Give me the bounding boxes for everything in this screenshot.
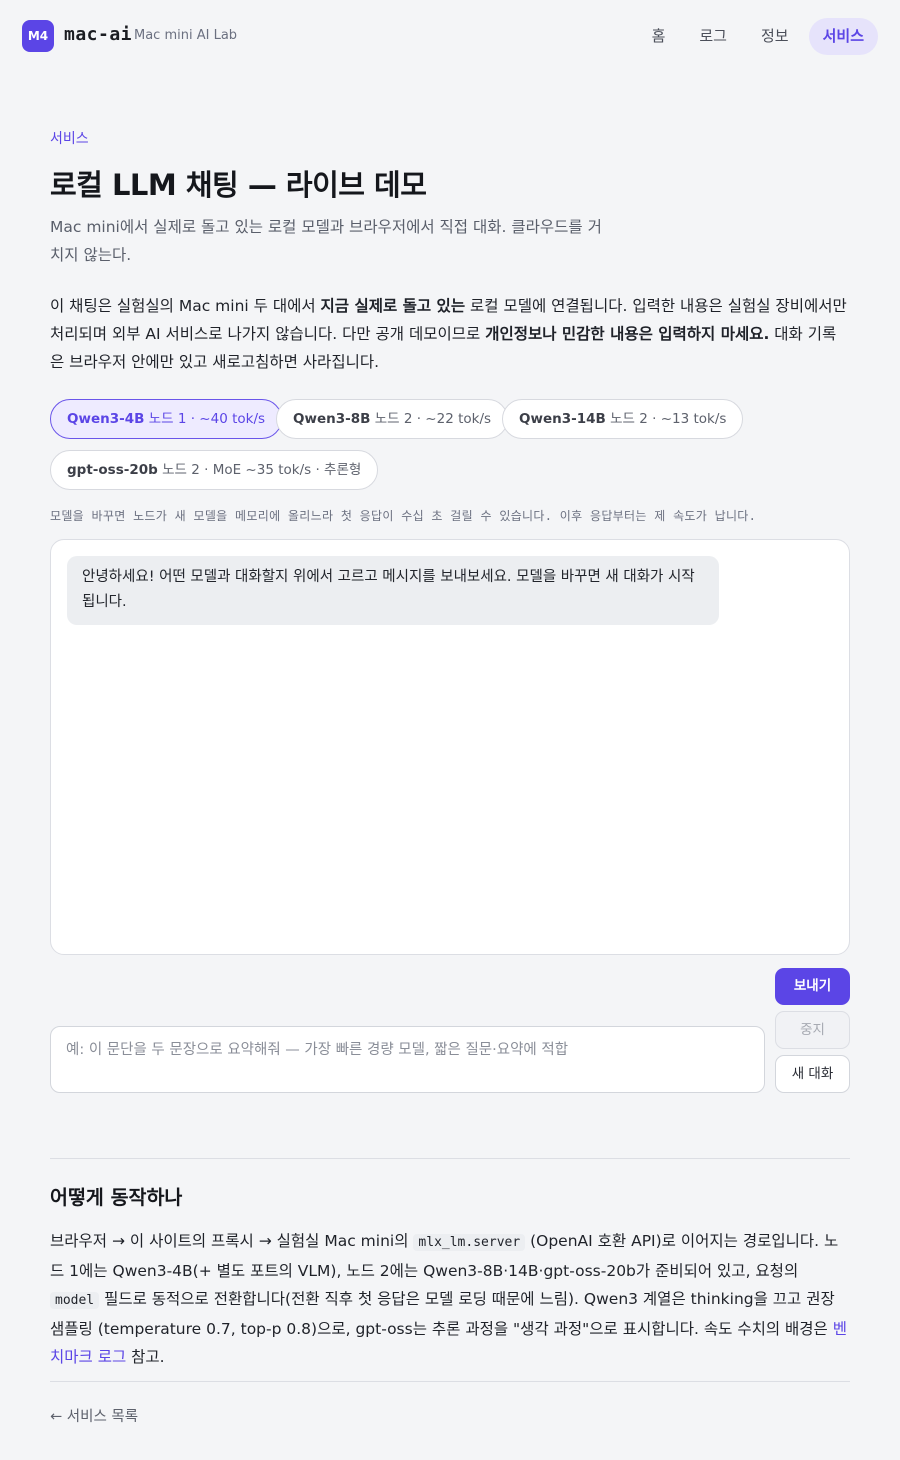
nav-services[interactable]: 서비스	[808, 18, 878, 55]
model-detail: 노드 2 · MoE ~35 tok/s · 추론형	[162, 462, 362, 478]
model-chip-qwen3-4b[interactable]: Qwen3-4B 노드 1 · ~40 tok/s	[50, 399, 283, 439]
model-name: gpt-oss-20b	[67, 462, 158, 478]
intro-text-1: 이 채팅은 실험실의 Mac mini 두 대에서	[50, 297, 321, 315]
how-it-works-title: 어떻게 동작하나	[50, 1186, 183, 1209]
main-nav: 홈 로그 정보 서비스	[638, 18, 878, 55]
nav-about[interactable]: 정보	[747, 18, 803, 55]
model-name: Qwen3-8B	[293, 411, 371, 427]
intro-bold-1: 지금 실제로 돌고 있는	[320, 297, 466, 315]
back-to-services-link[interactable]: ← 서비스 목록	[50, 1405, 138, 1426]
breadcrumb[interactable]: 서비스	[50, 128, 89, 148]
stop-button[interactable]: 중지	[775, 1011, 850, 1049]
site-header: M4 mac-ai Mac mini AI Lab 홈 로그 정보 서비스	[0, 0, 900, 72]
model-chip-qwen3-8b[interactable]: Qwen3-8B 노드 2 · ~22 tok/s	[276, 399, 509, 439]
site-name[interactable]: mac-ai	[64, 24, 132, 45]
nav-log[interactable]: 로그	[685, 18, 741, 55]
model-detail: 노드 1 · ~40 tok/s	[148, 411, 266, 427]
how-text-4: 참고.	[126, 1348, 165, 1366]
page-title: 로컬 LLM 채팅 — 라이브 데모	[50, 168, 427, 202]
chat-window[interactable]: 안녕하세요! 어떤 모델과 대화할지 위에서 고르고 메시지를 보내보세요. 모…	[50, 539, 850, 955]
page-lead: Mac mini에서 실제로 돌고 있는 로컬 모델과 브라우저에서 직접 대화…	[50, 218, 602, 264]
message-input[interactable]	[50, 1026, 765, 1093]
section-divider	[50, 1158, 850, 1159]
intro-paragraph: 이 채팅은 실험실의 Mac mini 두 대에서 지금 실제로 돌고 있는 로…	[50, 292, 850, 376]
model-chip-qwen3-14b[interactable]: Qwen3-14B 노드 2 · ~13 tok/s	[502, 399, 744, 439]
code-model-field: model	[50, 1292, 100, 1309]
model-detail: 노드 2 · ~13 tok/s	[610, 411, 727, 427]
model-name: Qwen3-14B	[519, 411, 606, 427]
how-it-works-text: 브라우저 → 이 사이트의 프록시 → 실험실 Mac mini의 mlx_lm…	[50, 1227, 850, 1371]
how-text-3: 필드로 동적으로 전환합니다(전환 직후 첫 응답은 모델 로딩 때문에 느림)…	[50, 1290, 835, 1338]
footer-divider	[50, 1381, 850, 1382]
model-name: Qwen3-4B	[67, 411, 145, 427]
model-detail: 노드 2 · ~22 tok/s	[374, 411, 492, 427]
send-button[interactable]: 보내기	[775, 968, 850, 1005]
how-text-1: 브라우저 → 이 사이트의 프록시 → 실험실 Mac mini의	[50, 1232, 414, 1250]
logo-badge[interactable]: M4	[22, 20, 54, 52]
assistant-message: 안녕하세요! 어떤 모델과 대화할지 위에서 고르고 메시지를 보내보세요. 모…	[67, 556, 719, 625]
nav-home[interactable]: 홈	[638, 18, 680, 55]
model-chip-gpt-oss-20b[interactable]: gpt-oss-20b 노드 2 · MoE ~35 tok/s · 추론형	[50, 450, 379, 490]
intro-bold-2: 개인정보나 민감한 내용은 입력하지 마세요.	[485, 325, 770, 343]
code-mlx-server: mlx_lm.server	[413, 1234, 526, 1251]
site-subtitle: Mac mini AI Lab	[134, 28, 238, 43]
model-switch-hint: 모델을 바꾸면 노드가 새 모델을 메모리에 올리느라 첫 응답이 수십 초 걸…	[50, 509, 757, 523]
new-chat-button[interactable]: 새 대화	[775, 1055, 850, 1093]
